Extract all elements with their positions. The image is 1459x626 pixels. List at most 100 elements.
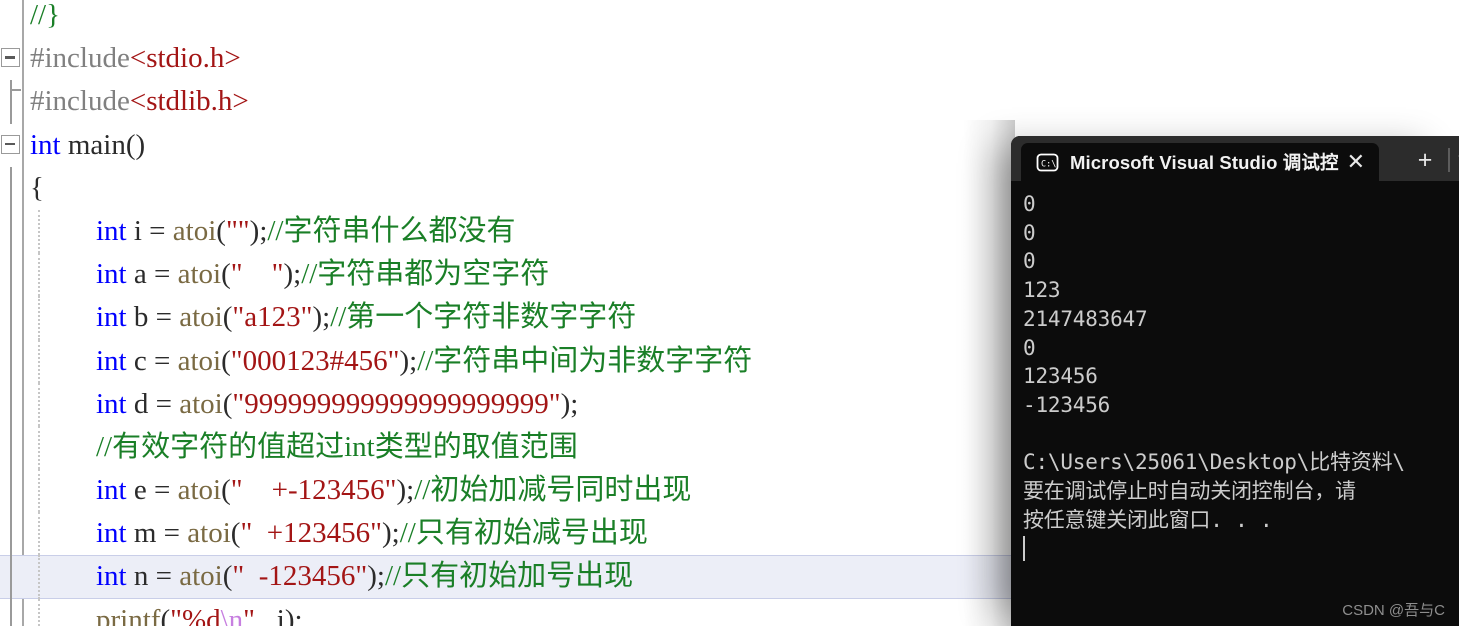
code-line-text: int e = atoi(" +-123456");//初始加减号同时出现 bbox=[30, 469, 691, 512]
code-token-str: " -123456" bbox=[232, 560, 368, 593]
code-line-text: int b = atoi("a123");//第一个字符非数字字符 bbox=[30, 296, 636, 339]
code-token-punc: ( bbox=[221, 258, 231, 291]
new-tab-button[interactable]: + bbox=[1410, 148, 1440, 173]
fold-collapse-icon[interactable] bbox=[1, 48, 20, 68]
fold-guide-line bbox=[9, 209, 12, 254]
code-token-kw: int bbox=[96, 301, 127, 334]
code-line-text: int m = atoi(" +123456");//只有初始减号出现 bbox=[30, 512, 648, 555]
code-token-punc: ); bbox=[367, 560, 385, 593]
code-line-text: //有效字符的值超过int类型的取值范围 bbox=[30, 426, 578, 469]
terminal-output-line: 2147483647 bbox=[1023, 306, 1148, 331]
fold-guide-line bbox=[9, 253, 12, 297]
code-token-punc: ); bbox=[399, 344, 418, 377]
terminal-output-line: C:\Users\25061\Desktop\比特资料\ bbox=[1023, 450, 1405, 475]
code-token-str: "999999999999999999999" bbox=[232, 387, 561, 420]
code-line-text: #include<stdlib.h> bbox=[30, 80, 249, 123]
code-token-cmt: //初始加减号同时出现 bbox=[414, 474, 692, 507]
code-token-str: "000123#456" bbox=[230, 344, 400, 377]
terminal-output-line: 按任意键关闭此窗口. . . bbox=[1023, 507, 1273, 532]
svg-text:C:\: C:\ bbox=[1041, 159, 1056, 169]
fold-guide-line bbox=[9, 339, 12, 383]
fold-guide-elbow bbox=[9, 89, 21, 91]
fold-guide-line bbox=[9, 296, 12, 340]
code-token-fn: atoi bbox=[179, 560, 223, 593]
terminal-output-line: 0 bbox=[1023, 249, 1036, 274]
code-token-plain: c = bbox=[126, 344, 178, 377]
terminal-output-line: -123456 bbox=[1023, 392, 1111, 417]
code-token-cmt: //有效字符的值超过int类型的取值范围 bbox=[96, 430, 578, 463]
code-token-plain: a = bbox=[126, 258, 178, 291]
code-token-punc: ( bbox=[221, 474, 231, 507]
code-token-fn: atoi bbox=[177, 474, 222, 507]
code-token-pp: #include bbox=[30, 85, 130, 118]
code-line-text: #include<stdio.h> bbox=[30, 37, 241, 80]
code-token-punc: ( bbox=[221, 344, 231, 377]
code-line[interactable]: #include<stdio.h> bbox=[0, 37, 1459, 80]
code-line[interactable]: #include<stdlib.h> bbox=[0, 80, 1459, 124]
code-token-plain: i = bbox=[126, 214, 173, 247]
code-token-cmt: //} bbox=[30, 0, 61, 31]
code-token-kw: int bbox=[30, 128, 61, 161]
terminal-window[interactable]: C:\ Microsoft Visual Studio 调试控 ✕ + 0 0 0 1… bbox=[1011, 136, 1459, 626]
fold-guide-line bbox=[9, 598, 12, 626]
code-token-punc: ); bbox=[382, 517, 400, 550]
code-token-fn: atoi bbox=[172, 214, 217, 247]
code-token-cmt: //只有初始减号出现 bbox=[399, 517, 648, 550]
code-token-cmt: //字符串中间为非数字字符 bbox=[417, 344, 753, 377]
terminal-tab[interactable]: C:\ Microsoft Visual Studio 调试控 ✕ bbox=[1021, 143, 1379, 181]
code-token-kw: int bbox=[96, 517, 127, 550]
code-token-str: "a123" bbox=[232, 301, 313, 334]
code-token-cmt: //第一个字符非数字字符 bbox=[330, 301, 637, 334]
code-token-punc: ( bbox=[216, 214, 226, 247]
terminal-cursor bbox=[1023, 536, 1025, 562]
code-token-str: " +-123456" bbox=[230, 474, 397, 507]
code-token-punc: ); bbox=[560, 387, 579, 420]
code-token-kw: int bbox=[96, 344, 127, 377]
code-token-punc: { bbox=[30, 171, 44, 204]
code-token-kw: int bbox=[96, 214, 127, 247]
terminal-output[interactable]: 0 0 0 123 2147483647 0 123456 -123456 C:\Users\… bbox=[1011, 181, 1459, 626]
code-token-punc: ); bbox=[249, 214, 268, 247]
code-token-fn: atoi bbox=[179, 387, 223, 420]
code-line-text: int main() bbox=[30, 124, 145, 167]
code-token-fn: atoi bbox=[187, 517, 231, 550]
fold-guide-line bbox=[9, 80, 12, 124]
code-line-text: int i = atoi("");//字符串什么都没有 bbox=[30, 210, 516, 253]
code-token-str: "%d bbox=[170, 603, 221, 626]
fold-guide-line bbox=[9, 382, 12, 426]
code-token-fn: atoi bbox=[179, 301, 223, 334]
terminal-titlebar[interactable]: C:\ Microsoft Visual Studio 调试控 ✕ + bbox=[1011, 136, 1459, 181]
console-cmd-icon: C:\ bbox=[1035, 150, 1060, 175]
code-token-cmt: //只有初始加号出现 bbox=[384, 560, 634, 593]
fold-guide-line bbox=[9, 425, 12, 470]
code-token-pp: #include bbox=[30, 42, 130, 75]
code-token-inc: <stdlib.h> bbox=[129, 85, 249, 118]
code-line-text: printf("%d\n", i); bbox=[30, 599, 303, 626]
code-token-kw: int bbox=[96, 560, 127, 593]
code-token-plain: d = bbox=[126, 387, 180, 420]
code-token-kw: int bbox=[96, 258, 127, 291]
fold-collapse-icon[interactable] bbox=[1, 134, 20, 154]
code-token-kw: int bbox=[96, 387, 127, 420]
terminal-output-line: 0 bbox=[1023, 192, 1036, 216]
code-line[interactable]: //} bbox=[0, 0, 1459, 37]
code-token-str: " +123456" bbox=[240, 517, 382, 550]
code-line-text: int a = atoi(" ");//字符串都为空字符 bbox=[30, 253, 549, 296]
fold-guide-line bbox=[9, 555, 12, 599]
code-token-esc: \n bbox=[220, 603, 244, 626]
code-token-plain: e = bbox=[126, 474, 178, 507]
fold-guide-line bbox=[9, 469, 12, 513]
close-icon[interactable]: ✕ bbox=[1343, 151, 1369, 173]
terminal-output-line: 0 bbox=[1023, 220, 1036, 245]
code-token-fn: atoi bbox=[177, 344, 222, 377]
code-token-plain: main() bbox=[60, 128, 146, 161]
fold-guide-line bbox=[9, 166, 12, 210]
code-token-cmt: //字符串什么都没有 bbox=[267, 214, 516, 247]
tabbar-divider bbox=[1448, 148, 1450, 172]
code-token-plain: n = bbox=[126, 560, 180, 593]
code-token-kw: int bbox=[96, 474, 127, 507]
code-token-punc: ( bbox=[222, 560, 233, 593]
terminal-output-line: 0 bbox=[1023, 335, 1036, 360]
code-token-inc: <stdio.h> bbox=[129, 42, 241, 75]
